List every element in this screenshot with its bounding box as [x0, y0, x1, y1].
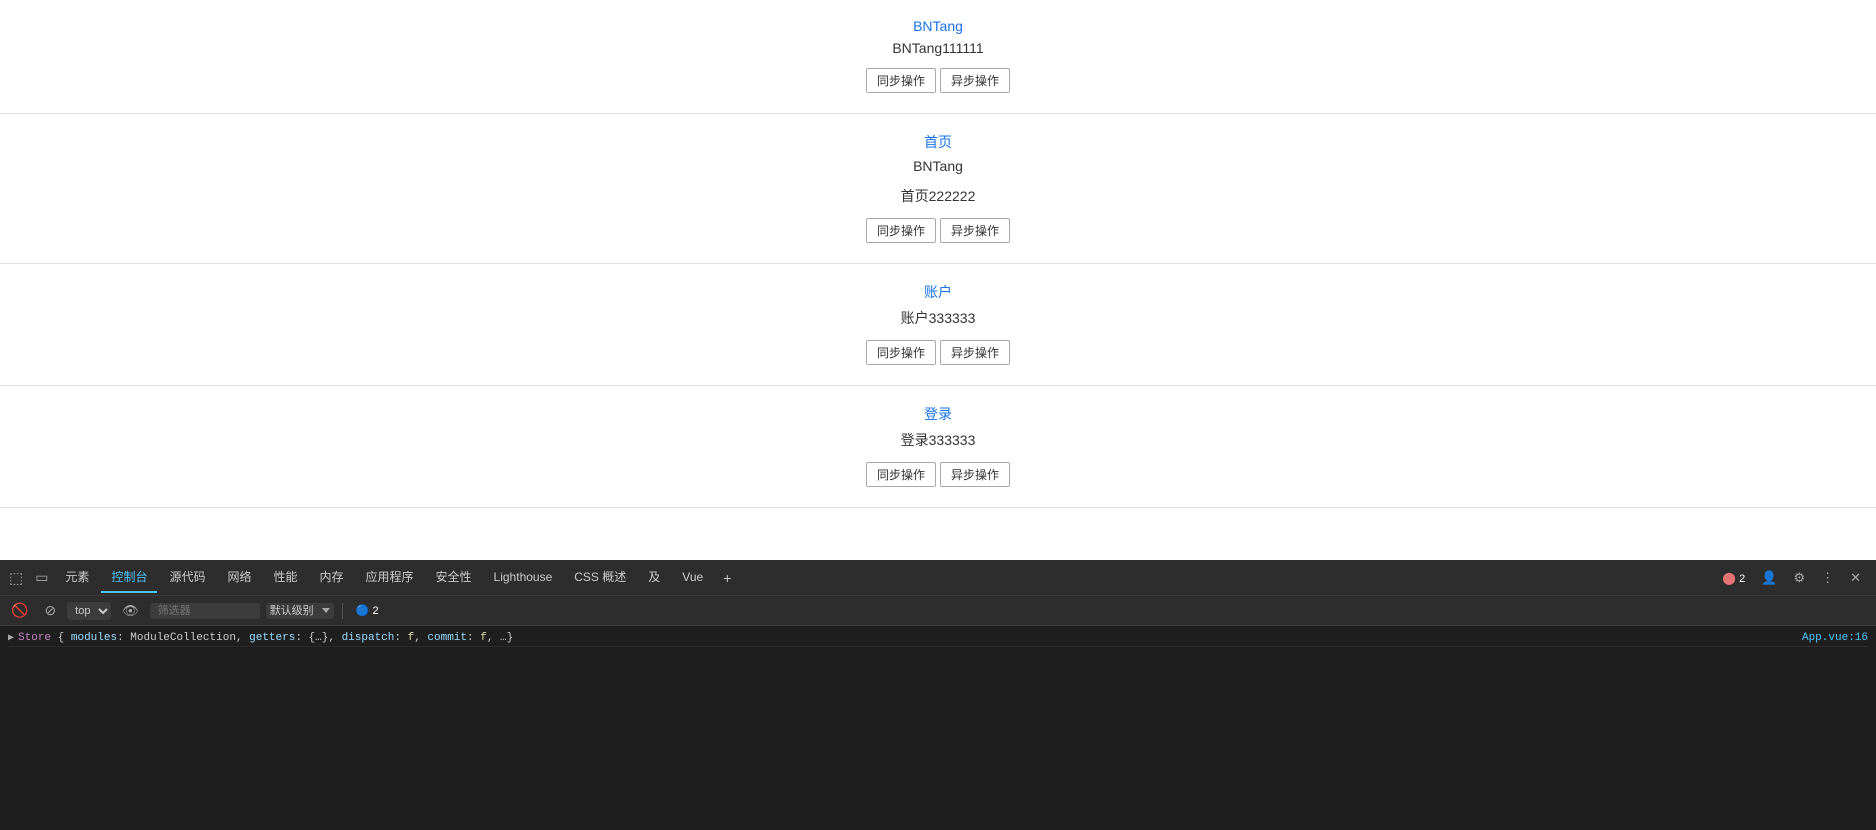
login-sync-btn[interactable]: 同步操作	[866, 462, 936, 487]
homepage-async-btn[interactable]: 异步操作	[940, 218, 1010, 243]
account-async-btn[interactable]: 异步操作	[940, 340, 1010, 365]
tab-lighthouse[interactable]: Lighthouse	[484, 564, 563, 592]
section-bntang: BNTang BNTang111111 同步操作 异步操作	[0, 0, 1876, 114]
homepage-sync-btn[interactable]: 同步操作	[866, 218, 936, 243]
tab-sources[interactable]: 源代码	[159, 562, 215, 593]
tab-console[interactable]: 控制台	[101, 562, 157, 593]
toolbar-divider	[342, 603, 343, 619]
tab-network[interactable]: 网络	[217, 562, 261, 593]
console-link-1[interactable]: App.vue:16	[1802, 632, 1868, 644]
devtools-panel: ⬚ ▭ 元素 控制台 源代码 网络 性能 内存 应用程序 安全性 Lightho…	[0, 560, 1876, 830]
section-login: 登录 登录333333 同步操作 异步操作	[0, 386, 1876, 508]
section-login-title: 登录	[924, 404, 952, 424]
tab-extra[interactable]: 及	[638, 562, 670, 593]
bntang-sync-btn[interactable]: 同步操作	[866, 68, 936, 93]
tab-memory[interactable]: 内存	[310, 562, 354, 593]
tab-elements[interactable]: 元素	[55, 562, 99, 593]
message-count-badge: 🔵 2	[351, 601, 384, 620]
device-icon[interactable]: ▭	[30, 567, 53, 588]
devtools-right-icons: ⬤ 2 👤 ⚙ ⋮ ✕	[1717, 567, 1872, 589]
console-text-1: Store { modules: ModuleCollection, gette…	[18, 632, 1802, 644]
tab-css-overview[interactable]: CSS 概述	[564, 562, 636, 593]
tab-performance[interactable]: 性能	[263, 562, 307, 593]
filter-input[interactable]	[150, 603, 260, 619]
tab-vue[interactable]: Vue	[672, 564, 713, 592]
tab-more-icon[interactable]: +	[715, 566, 739, 590]
close-devtools-icon[interactable]: ✕	[1845, 567, 1866, 589]
settings-icon[interactable]: ⚙	[1788, 567, 1810, 589]
section-bntang-title: BNTang	[913, 18, 963, 34]
devtools-toolbar: 🚫 ⊘ top 👁 默认级别 详细 信息 警告 错误 🔵 2	[0, 596, 1876, 626]
console-row-1: ▶ Store { modules: ModuleCollection, get…	[8, 630, 1868, 647]
section-login-btn-group: 同步操作 异步操作	[866, 462, 1010, 487]
expand-arrow-icon[interactable]: ▶	[8, 632, 14, 644]
section-homepage-btn-group: 同步操作 异步操作	[866, 218, 1010, 243]
bntang-async-btn[interactable]: 异步操作	[940, 68, 1010, 93]
section-homepage-subtitle1: BNTang	[913, 158, 963, 174]
inspect-icon[interactable]: ⬚	[4, 567, 28, 589]
vertical-dots-icon[interactable]: ⋮	[1816, 567, 1839, 589]
tab-security[interactable]: 安全性	[426, 562, 482, 593]
tab-application[interactable]: 应用程序	[356, 562, 424, 593]
section-login-subtitle: 登录333333	[901, 430, 976, 450]
error-badge-icon[interactable]: ⬤ 2	[1717, 568, 1750, 588]
account-sync-btn[interactable]: 同步操作	[866, 340, 936, 365]
people-icon[interactable]: 👤	[1756, 567, 1782, 589]
section-homepage-title: 首页	[924, 132, 952, 152]
section-homepage-subtitle2: 首页222222	[901, 186, 976, 206]
devtools-tabs-bar: ⬚ ▭ 元素 控制台 源代码 网络 性能 内存 应用程序 安全性 Lightho…	[0, 560, 1876, 596]
level-select[interactable]: 默认级别 详细 信息 警告 错误	[266, 603, 334, 619]
login-async-btn[interactable]: 异步操作	[940, 462, 1010, 487]
section-account-title: 账户	[924, 282, 952, 302]
devtools-console: ▶ Store { modules: ModuleCollection, get…	[0, 626, 1876, 830]
top-select[interactable]: top	[67, 602, 111, 620]
section-account: 账户 账户333333 同步操作 异步操作	[0, 264, 1876, 386]
filter-icon[interactable]: ⊘	[39, 600, 61, 621]
section-homepage: 首页 BNTang 首页222222 同步操作 异步操作	[0, 114, 1876, 264]
section-bntang-subtitle: BNTang111111	[892, 40, 983, 56]
section-bntang-btn-group: 同步操作 异步操作	[866, 68, 1010, 93]
eye-icon[interactable]: 👁	[117, 601, 144, 621]
section-account-subtitle: 账户333333	[901, 308, 976, 328]
section-account-btn-group: 同步操作 异步操作	[866, 340, 1010, 365]
clear-console-icon[interactable]: 🚫	[6, 600, 33, 621]
main-content: BNTang BNTang111111 同步操作 异步操作 首页 BNTang …	[0, 0, 1876, 560]
